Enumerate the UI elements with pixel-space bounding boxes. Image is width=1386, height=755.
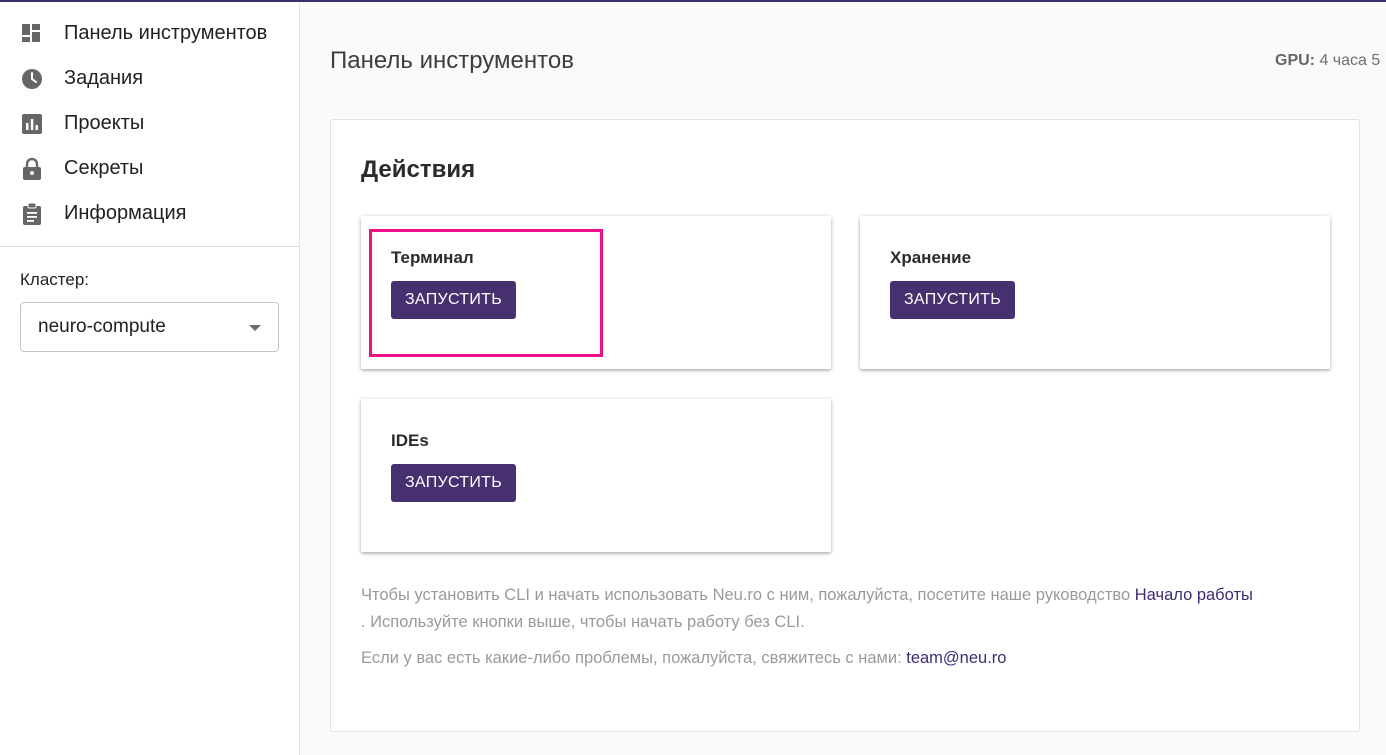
card-title: Терминал — [391, 248, 474, 267]
getting-started-link[interactable]: Начало работы — [1135, 586, 1253, 604]
gpu-label: GPU: — [1275, 52, 1315, 69]
contact-info-line: Если у вас есть какие-либо проблемы, пож… — [361, 649, 902, 667]
ides-card: IDEs ЗАПУСТИТЬ — [361, 399, 831, 552]
sidebar-divider — [0, 246, 299, 247]
dashboard-icon — [21, 23, 43, 45]
sidebar-item-label: Секреты — [64, 157, 144, 179]
sidebar-item-label: Проекты — [64, 112, 145, 134]
contact-email-link[interactable]: team@neu.ro — [906, 649, 1006, 667]
sidebar-item-label: Информация — [64, 202, 187, 224]
sidebar-item-label: Панель инструментов — [64, 22, 268, 44]
cli-info-text: Чтобы установить CLI и начать использова… — [361, 582, 1341, 636]
clock-icon — [21, 68, 43, 90]
bar-chart-icon — [21, 113, 43, 135]
sidebar-item-projects[interactable]: Проекты — [0, 101, 299, 146]
card-title: IDEs — [391, 431, 429, 450]
sidebar-nav: Панель инструментов Задания Проекты Секр… — [0, 2, 299, 236]
sidebar: Панель инструментов Задания Проекты Секр… — [0, 2, 300, 755]
gpu-value: 4 часа 5 — [1319, 52, 1381, 69]
storage-card: Хранение ЗАПУСТИТЬ — [860, 216, 1330, 369]
chevron-down-icon — [249, 325, 261, 331]
storage-launch-button[interactable]: ЗАПУСТИТЬ — [890, 281, 1015, 319]
cli-info-tail: . Используйте кнопки выше, чтобы начать … — [361, 613, 805, 631]
page-title: Панель инструментов — [330, 47, 574, 74]
sidebar-item-dashboard[interactable]: Панель инструментов — [0, 11, 299, 56]
sidebar-item-jobs[interactable]: Задания — [0, 56, 299, 101]
sidebar-item-secrets[interactable]: Секреты — [0, 146, 299, 191]
lock-icon — [21, 157, 43, 180]
gpu-usage: GPU: 4 часа 5 — [1275, 52, 1386, 70]
terminal-card: Терминал ЗАПУСТИТЬ — [361, 216, 831, 369]
cli-info-line1: Чтобы установить CLI и начать использова… — [361, 586, 1131, 604]
cluster-label: Кластер: — [20, 270, 90, 289]
card-title: Хранение — [890, 248, 972, 267]
cluster-select[interactable]: neuro-compute — [20, 302, 279, 352]
sidebar-item-information[interactable]: Информация — [0, 191, 299, 236]
contact-info-text: Если у вас есть какие-либо проблемы, пож… — [361, 645, 1341, 672]
ides-launch-button[interactable]: ЗАПУСТИТЬ — [391, 464, 516, 502]
actions-title: Действия — [361, 156, 476, 183]
sidebar-item-label: Задания — [64, 67, 144, 89]
terminal-launch-button[interactable]: ЗАПУСТИТЬ — [391, 281, 516, 319]
clipboard-icon — [21, 202, 43, 225]
cluster-select-value: neuro-compute — [38, 316, 166, 337]
actions-panel: Действия Терминал ЗАПУСТИТЬ Хранение ЗАП… — [330, 119, 1360, 732]
